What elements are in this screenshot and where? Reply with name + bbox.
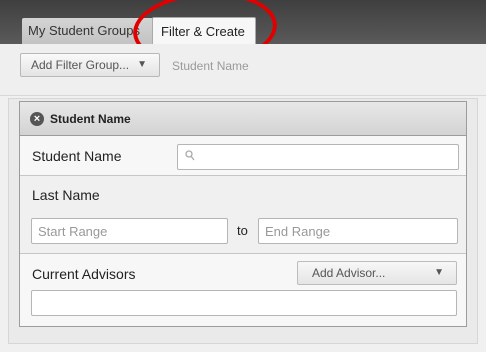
start-range-input[interactable] [31,218,228,244]
to-label: to [237,223,248,238]
add-advisor-label: Add Advisor... [312,266,386,280]
tab-filter-create[interactable]: Filter & Create [152,17,256,45]
chevron-down-icon: ▼ [434,267,444,278]
student-name-row: Student Name [20,136,466,176]
current-advisors-row: Current Advisors Add Advisor... ▼ [20,254,466,326]
filter-toolbar: Add Filter Group... ▼ Student Name [0,44,486,96]
tab-bar: My Student Groups Filter & Create [0,0,486,45]
student-name-label: Student Name [32,148,122,164]
add-advisor-dropdown[interactable]: Add Advisor... ▼ [297,261,457,285]
last-name-label: Last Name [32,187,100,203]
add-filter-group-label: Add Filter Group... [31,58,130,72]
last-name-row: Last Name to [20,176,466,254]
student-name-input[interactable] [177,144,459,170]
panel-header: × Student Name [20,102,466,136]
filter-crumb[interactable]: Student Name [172,59,249,73]
chevron-down-icon: ▼ [137,59,147,70]
advisors-input[interactable] [31,290,457,316]
student-name-filter-panel: × Student Name Student Name Last Name to… [19,101,467,327]
end-range-input[interactable] [258,218,458,244]
add-filter-group-dropdown[interactable]: Add Filter Group... ▼ [20,53,160,77]
current-advisors-label: Current Advisors [32,266,136,282]
tab-my-student-groups[interactable]: My Student Groups [22,18,154,44]
panel-title: Student Name [50,112,131,126]
close-icon[interactable]: × [30,112,44,126]
student-name-search [177,144,459,170]
